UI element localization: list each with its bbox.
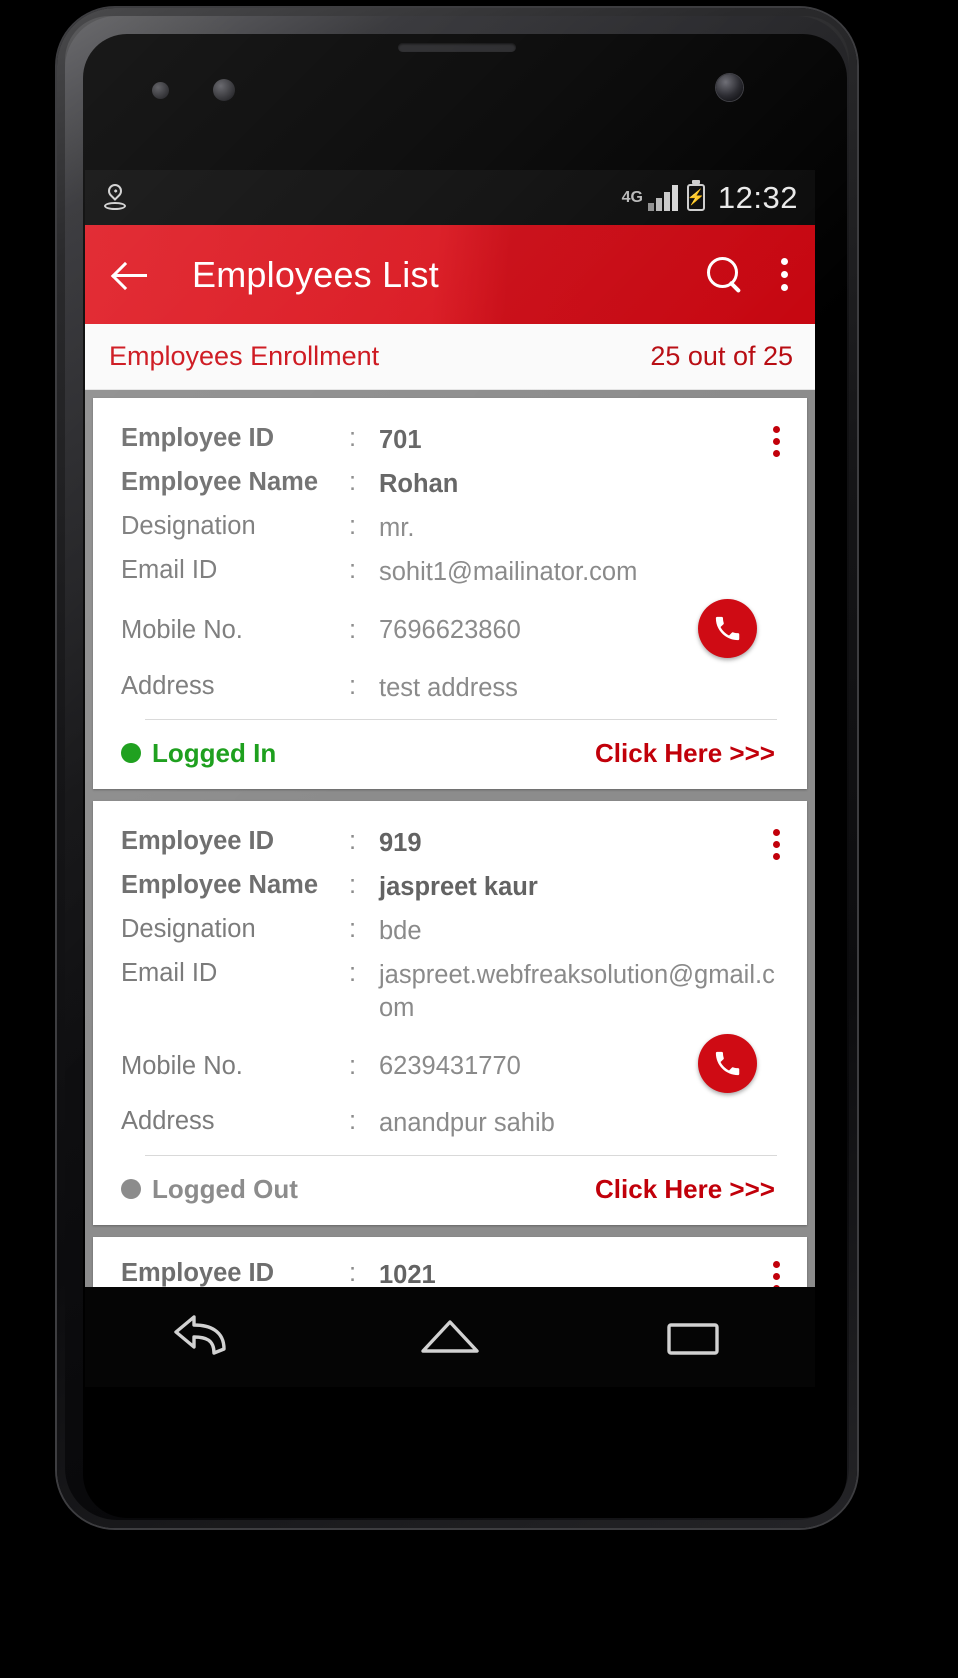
employee-name-row: Employee Name : Rohan — [121, 468, 779, 501]
separator: : — [349, 468, 357, 497]
separator: : — [349, 616, 357, 645]
proximity-sensor-icon — [152, 82, 169, 99]
separator: : — [349, 1107, 357, 1136]
card-more-vertical-icon[interactable] — [773, 426, 780, 457]
card-footer: Logged Out Click Here >>> — [121, 1156, 779, 1225]
status-indicator-dot — [121, 1179, 141, 1200]
page-title: Employees List — [192, 253, 439, 295]
phone-call-icon[interactable] — [698, 1034, 757, 1094]
address-row: Address : anandpur sahib — [121, 1107, 779, 1140]
status-bar-clock: 12:32 — [717, 179, 798, 215]
app-bar: Employees List — [85, 225, 815, 324]
employee-card[interactable]: Employee ID : 1021 — [93, 1236, 807, 1289]
more-vertical-icon[interactable] — [781, 258, 789, 291]
login-status-text: Logged Out — [152, 1173, 298, 1204]
android-navigation-bar — [85, 1287, 815, 1387]
employee-card[interactable]: Employee ID : 701 Employee Name : Rohan … — [93, 398, 807, 789]
designation-label: Designation — [121, 914, 256, 943]
device-screen: 4G ⚡ 12:32 Employees List Employees Enro… — [85, 170, 815, 1364]
employee-id-label: Employee ID — [121, 1258, 275, 1287]
nav-recents-icon[interactable] — [650, 1309, 736, 1365]
signal-strength-icon — [647, 184, 678, 211]
back-arrow-icon[interactable] — [109, 253, 153, 297]
mobile-row: Mobile No. : 7696623860 — [121, 598, 779, 661]
separator: : — [349, 1258, 357, 1287]
address-row: Address : test address — [121, 672, 779, 705]
separator: : — [349, 1051, 357, 1080]
designation-label: Designation — [121, 512, 256, 541]
employee-card[interactable]: Employee ID : 919 Employee Name : jaspre… — [93, 800, 807, 1225]
separator: : — [349, 959, 357, 988]
click-here-link[interactable]: Click Here >>> — [595, 738, 775, 769]
enrollment-summary-bar: Employees Enrollment 25 out of 25 — [85, 324, 815, 390]
address-value: test address — [379, 673, 518, 702]
employee-list[interactable]: Employee ID : 701 Employee Name : Rohan … — [85, 390, 815, 1364]
employee-id-value: 1021 — [379, 1260, 436, 1289]
click-here-link[interactable]: Click Here >>> — [595, 1174, 775, 1205]
separator: : — [349, 826, 357, 855]
front-camera-icon — [716, 74, 743, 101]
separator: : — [349, 671, 357, 700]
login-status-text: Logged In — [152, 737, 277, 768]
employee-id-row: Employee ID : 701 — [121, 424, 779, 457]
enrollment-label: Employees Enrollment — [109, 341, 380, 371]
card-more-vertical-icon[interactable] — [773, 828, 780, 860]
email-value: jaspreet.webfreaksolution@gmail.com — [379, 961, 775, 1023]
search-icon[interactable] — [703, 254, 745, 296]
employee-name-row: Employee Name : jaspreet kaur — [121, 871, 779, 904]
email-label: Email ID — [121, 556, 218, 585]
card-more-vertical-icon[interactable] — [773, 1260, 780, 1289]
earpiece-speaker — [398, 43, 516, 52]
employee-id-value: 701 — [379, 426, 422, 454]
mobile-value: 7696623860 — [379, 615, 521, 644]
designation-row: Designation : mr. — [121, 512, 779, 545]
separator: : — [349, 424, 357, 452]
separator: : — [349, 512, 357, 541]
designation-value: mr. — [379, 514, 415, 543]
status-bar: 4G ⚡ 12:32 — [85, 170, 815, 225]
email-row: Email ID : jaspreet.webfreaksolution@gma… — [121, 959, 779, 1025]
separator: : — [349, 870, 357, 899]
employee-id-label: Employee ID — [121, 826, 275, 855]
mobile-label: Mobile No. — [121, 1051, 243, 1080]
employee-name-value: jaspreet kaur — [379, 872, 538, 901]
email-value: sohit1@mailinator.com — [379, 558, 638, 587]
mobile-row: Mobile No. : 6239431770 — [121, 1034, 779, 1096]
status-indicator-dot — [121, 743, 141, 764]
card-footer: Logged In Click Here >>> — [121, 720, 779, 789]
email-label: Email ID — [121, 959, 218, 988]
phone-call-icon[interactable] — [698, 598, 757, 658]
battery-charging-icon: ⚡ — [687, 184, 705, 211]
email-row: Email ID : sohit1@mailinator.com — [121, 556, 779, 589]
separator: : — [349, 914, 357, 943]
enrollment-count: 25 out of 25 — [650, 341, 793, 371]
address-value: anandpur sahib — [379, 1109, 555, 1138]
nav-back-icon[interactable] — [164, 1309, 250, 1365]
separator: : — [349, 556, 357, 585]
light-sensor-icon — [213, 79, 235, 101]
employee-id-label: Employee ID — [121, 424, 275, 452]
designation-value: bde — [379, 916, 422, 945]
employee-id-value: 919 — [379, 828, 422, 857]
network-type-label: 4G — [621, 188, 643, 206]
mobile-value: 6239431770 — [379, 1051, 521, 1080]
designation-row: Designation : bde — [121, 915, 779, 948]
nav-home-icon[interactable] — [407, 1309, 493, 1365]
mobile-label: Mobile No. — [121, 616, 243, 645]
address-label: Address — [121, 671, 215, 700]
employee-name-label: Employee Name — [121, 468, 319, 497]
employee-id-row: Employee ID : 919 — [121, 827, 779, 860]
employee-id-row: Employee ID : 1021 — [121, 1259, 779, 1289]
employee-name-label: Employee Name — [121, 870, 319, 899]
employee-name-value: Rohan — [379, 470, 459, 499]
location-pin-icon — [103, 180, 127, 212]
address-label: Address — [121, 1107, 215, 1136]
